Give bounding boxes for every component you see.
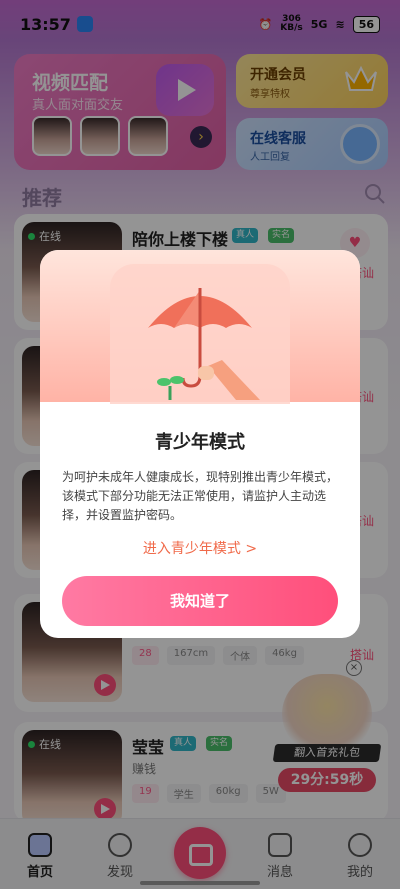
- dialog-title: 青少年模式: [155, 432, 245, 453]
- app-screen: 13:57 ⏰ 306 KB/s 5G ≋ 56 视频匹配 真人面对面交友 › …: [0, 0, 400, 889]
- teen-mode-dialog: 青少年模式 为呵护未成年人健康成长，现特别推出青少年模式，该模式下部分功能无法正…: [40, 250, 360, 638]
- acknowledge-button[interactable]: 我知道了: [62, 576, 338, 626]
- enter-teen-mode-link[interactable]: 进入青少年模式 >: [40, 538, 360, 558]
- dialog-illustration: [40, 250, 360, 404]
- umbrella-icon: [148, 288, 260, 400]
- dialog-description: 为呵护未成年人健康成长，现特别推出青少年模式，该模式下部分功能无法正常使用，请监…: [62, 470, 339, 522]
